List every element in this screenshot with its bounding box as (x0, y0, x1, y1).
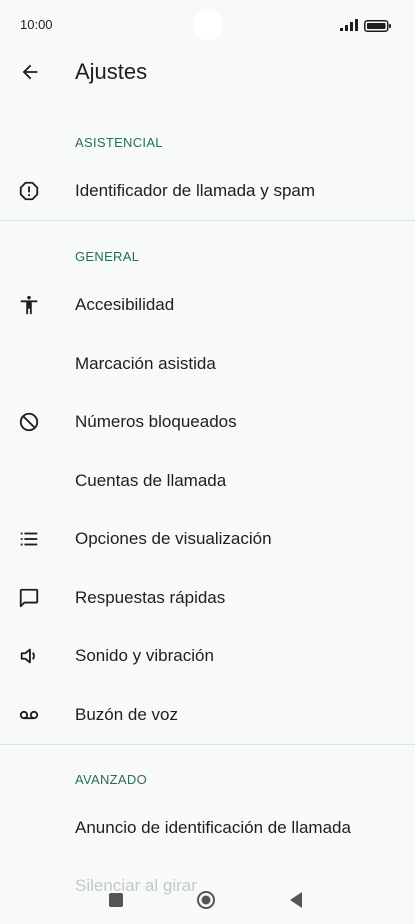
settings-item-label: Respuestas rápidas (75, 588, 226, 607)
app-bar: Ajustes (0, 50, 415, 100)
status-time: 10:00 (20, 17, 53, 32)
camera-cutout (193, 10, 223, 40)
settings-item-assisted-dialing[interactable]: Marcación asistida (0, 338, 415, 390)
block-icon (17, 410, 41, 434)
settings-item-caller-id-announcement[interactable]: Anuncio de identificación de llamada (0, 802, 415, 854)
settings-item-voicemail[interactable]: Buzón de voz (0, 689, 415, 741)
settings-item-label: Opciones de visualización (75, 529, 272, 548)
settings-item-label: Accesibilidad (75, 295, 175, 314)
settings-item-label: Números bloqueados (75, 412, 237, 431)
settings-item-caller-id-spam[interactable]: Identificador de llamada y spam (0, 165, 415, 217)
settings-item-label: Cuentas de llamada (75, 471, 227, 490)
divider (0, 744, 415, 745)
battery-icon (364, 19, 392, 37)
home-button[interactable] (196, 890, 216, 910)
recents-button[interactable] (109, 893, 123, 907)
settings-item-label: Identificador de llamada y spam (75, 181, 316, 200)
settings-item-calling-accounts[interactable]: Cuentas de llamada (0, 455, 415, 507)
section-header-avanzado: AVANZADO (75, 772, 147, 787)
list-icon (17, 527, 41, 551)
signal-icon (340, 18, 360, 36)
voicemail-icon (17, 703, 41, 727)
volume-icon (17, 644, 41, 668)
settings-item-quick-responses[interactable]: Respuestas rápidas (0, 572, 415, 624)
section-header-general: GENERAL (75, 249, 140, 264)
nav-back-button[interactable] (288, 891, 304, 914)
back-button[interactable] (16, 60, 44, 88)
settings-item-label: Marcación asistida (75, 354, 216, 373)
message-icon (17, 586, 41, 610)
divider (0, 220, 415, 221)
navigation-bar (0, 876, 415, 924)
status-bar: 10:00 (0, 0, 415, 50)
caution-icon (17, 179, 41, 203)
settings-item-label: Sonido y vibración (75, 646, 214, 665)
settings-item-blocked-numbers[interactable]: Números bloqueados (0, 396, 415, 448)
settings-item-accessibility[interactable]: Accesibilidad (0, 279, 415, 331)
accessibility-icon (17, 293, 41, 317)
arrow-back-icon (19, 61, 41, 88)
settings-item-label: Buzón de voz (75, 705, 179, 724)
section-header-asistencial: ASISTENCIAL (75, 135, 163, 150)
settings-item-display-options[interactable]: Opciones de visualización (0, 513, 415, 565)
settings-item-label: Anuncio de identificación de llamada (75, 818, 351, 837)
page-title: Ajustes (75, 59, 148, 84)
settings-item-sound-vibration[interactable]: Sonido y vibración (0, 630, 415, 682)
